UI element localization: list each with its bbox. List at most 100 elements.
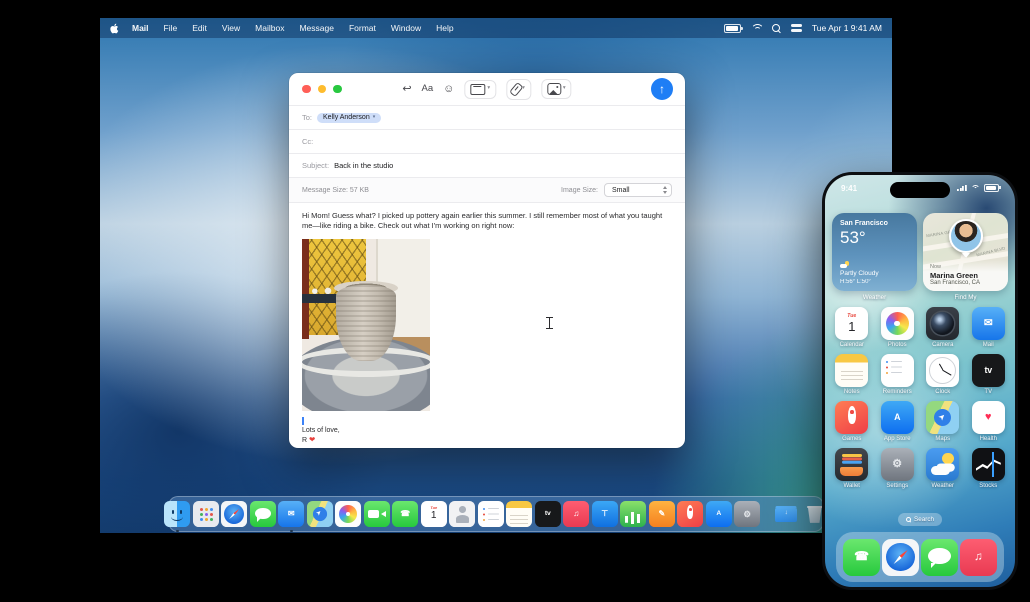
body-paragraph: Hi Mom! Guess what? I picked up pottery … <box>302 211 663 231</box>
dock-item-music[interactable]: ♫ <box>563 501 590 531</box>
menu-item-format[interactable]: Format <box>349 23 376 33</box>
attach-file-menu[interactable]: ▾ <box>506 78 531 100</box>
chevron-down-icon: ▾ <box>562 85 566 92</box>
health-icon: ♥ <box>985 411 992 424</box>
iphone-app-stocks[interactable]: Stocks <box>966 448 1012 489</box>
iphone-app-camera[interactable]: Camera <box>920 307 966 348</box>
iphone-app-health[interactable]: ♥ Health <box>966 401 1012 442</box>
cc-field-row[interactable]: Cc: <box>289 129 685 153</box>
dock-item-pages[interactable]: ✎ <box>648 501 675 531</box>
dock-item-safari[interactable] <box>221 501 248 531</box>
control-center-icon[interactable] <box>790 24 802 32</box>
menu-item-mailbox[interactable]: Mailbox <box>255 23 284 33</box>
iphone-app-mail[interactable]: ✉ Mail <box>966 307 1012 348</box>
tv-icon: tv <box>984 365 993 376</box>
iphone-dock-messages[interactable] <box>921 538 958 576</box>
undo-icon[interactable]: ↩ <box>402 83 411 95</box>
wifi-icon[interactable] <box>750 24 764 32</box>
image-size-dropdown[interactable]: Small <box>604 183 672 197</box>
phone-app-icon: ☎ <box>392 501 419 527</box>
battery-icon[interactable] <box>723 23 743 33</box>
iphone-app-weather[interactable]: Weather <box>920 448 966 489</box>
iphone-app-calendar[interactable]: Tue 1 Calendar <box>829 307 875 348</box>
iphone-dock-phone[interactable]: ☎ <box>843 538 880 576</box>
weather-city: San Francisco <box>840 220 888 227</box>
zoom-button[interactable] <box>333 84 342 94</box>
menu-item-window[interactable]: Window <box>391 23 421 33</box>
calendar-app-icon: Tue 1 <box>835 307 869 340</box>
menu-item-mail[interactable]: Mail <box>132 23 149 33</box>
app-label: Wallet <box>843 483 860 489</box>
message-body[interactable]: Hi Mom! Guess what? I picked up pottery … <box>289 202 685 445</box>
iphone-app-notes[interactable]: Notes <box>829 354 875 395</box>
mail-app-icon: ✉ <box>971 307 1005 340</box>
app-label: Notes <box>843 389 860 395</box>
dock-item-photos[interactable] <box>335 501 362 531</box>
subject-field-row[interactable]: Subject: Back in the studio <box>289 153 685 177</box>
iphone-dock-music[interactable]: ♫ <box>960 538 997 576</box>
menu-items: Mail File Edit View Mailbox Message Format Wind… <box>132 23 454 33</box>
dock-item-calendar[interactable]: Tue 1 <box>420 501 447 531</box>
downloads-icon <box>773 501 799 527</box>
header-fields-menu[interactable]: ▾ <box>464 79 497 99</box>
app-label: Clock <box>935 389 951 395</box>
iphone-app-reminders[interactable]: Reminders <box>875 354 921 395</box>
dock-item-appstore[interactable]: A <box>705 501 732 531</box>
iphone-app-wallet[interactable]: Wallet <box>829 448 875 489</box>
dock-item-keynote[interactable]: ⊤ <box>591 501 618 531</box>
reminders-icon <box>881 354 914 387</box>
dock-item-launchpad[interactable] <box>192 501 219 531</box>
dock-item-contacts[interactable] <box>449 501 476 531</box>
to-field-row[interactable]: To: Kelly Anderson ▾ <box>289 105 685 129</box>
dock-item-numbers[interactable] <box>620 501 647 531</box>
iphone-app-settings[interactable]: ⚙ Settings <box>875 448 921 489</box>
iphone-search-pill[interactable]: Search <box>898 513 942 526</box>
insert-media-menu[interactable]: ▾ <box>540 79 572 99</box>
dock-item-tv[interactable]: tv <box>534 501 561 531</box>
iphone-app-maps[interactable]: ➤ Maps <box>920 401 966 442</box>
iphone-app-tv[interactable]: tv TV <box>966 354 1012 395</box>
dock-item-messages[interactable] <box>249 501 276 531</box>
close-button[interactable] <box>302 84 311 94</box>
iphone-app-games[interactable]: Games <box>829 401 875 442</box>
apple-menu-icon[interactable] <box>110 23 120 34</box>
mac-dock: ✉ ➤ ☎ Tue 1 tv ♫ ⊤ ✎ A ⚙ <box>164 496 824 532</box>
dock-item-reminders[interactable] <box>477 501 504 531</box>
photos-icon <box>885 311 909 336</box>
weather-app-icon <box>926 448 960 481</box>
emoji-picker-icon[interactable]: ☺ <box>443 83 454 95</box>
dock-item-mail[interactable]: ✉ <box>278 501 305 532</box>
launchpad-app-icon <box>192 501 219 527</box>
menu-item-view[interactable]: View <box>222 23 240 33</box>
dock-item-downloads[interactable] <box>773 501 799 531</box>
menu-item-file[interactable]: File <box>164 23 178 33</box>
findmy-widget[interactable]: MARINA GREEN DR MARINA BLVD Now Marina G… <box>923 213 1008 291</box>
dock-item-facetime[interactable] <box>363 501 390 531</box>
minimize-button[interactable] <box>317 84 326 94</box>
iphone-app-clock[interactable]: Clock <box>920 354 966 395</box>
format-text-button[interactable]: Aa <box>422 84 434 94</box>
weather-widget[interactable]: San Francisco 53° Partly Cloudy H:56° L:… <box>832 213 917 291</box>
dock-item-settings[interactable]: ⚙ <box>734 501 761 531</box>
dock-item-notes[interactable] <box>506 501 533 531</box>
music-icon: ♫ <box>573 508 580 518</box>
menu-item-edit[interactable]: Edit <box>192 23 207 33</box>
iphone-app-appstore[interactable]: A App Store <box>875 401 921 442</box>
window-titlebar: ↩ Aa ☺ ▾ ▾ ▾ ↑ <box>289 73 685 105</box>
dock-item-games[interactable] <box>677 501 704 531</box>
spotlight-search-icon[interactable] <box>771 23 781 33</box>
menu-item-message[interactable]: Message <box>299 23 334 33</box>
menu-bar-clock[interactable]: Tue Apr 1 9:41 AM <box>812 23 882 33</box>
stocks-icon <box>972 448 1005 481</box>
iphone-app-photos[interactable]: Photos <box>875 307 921 348</box>
send-button[interactable]: ↑ <box>651 78 673 100</box>
recipient-token[interactable]: Kelly Anderson ▾ <box>317 112 382 123</box>
reminders-icon <box>478 501 504 527</box>
photos-app-icon <box>880 307 914 340</box>
dock-item-maps[interactable]: ➤ <box>306 501 333 531</box>
menu-item-help[interactable]: Help <box>436 23 453 33</box>
pottery-photo[interactable] <box>302 239 430 412</box>
dock-item-finder[interactable] <box>164 501 191 532</box>
iphone-dock-safari[interactable] <box>882 538 919 576</box>
dock-item-phone[interactable]: ☎ <box>392 501 419 531</box>
